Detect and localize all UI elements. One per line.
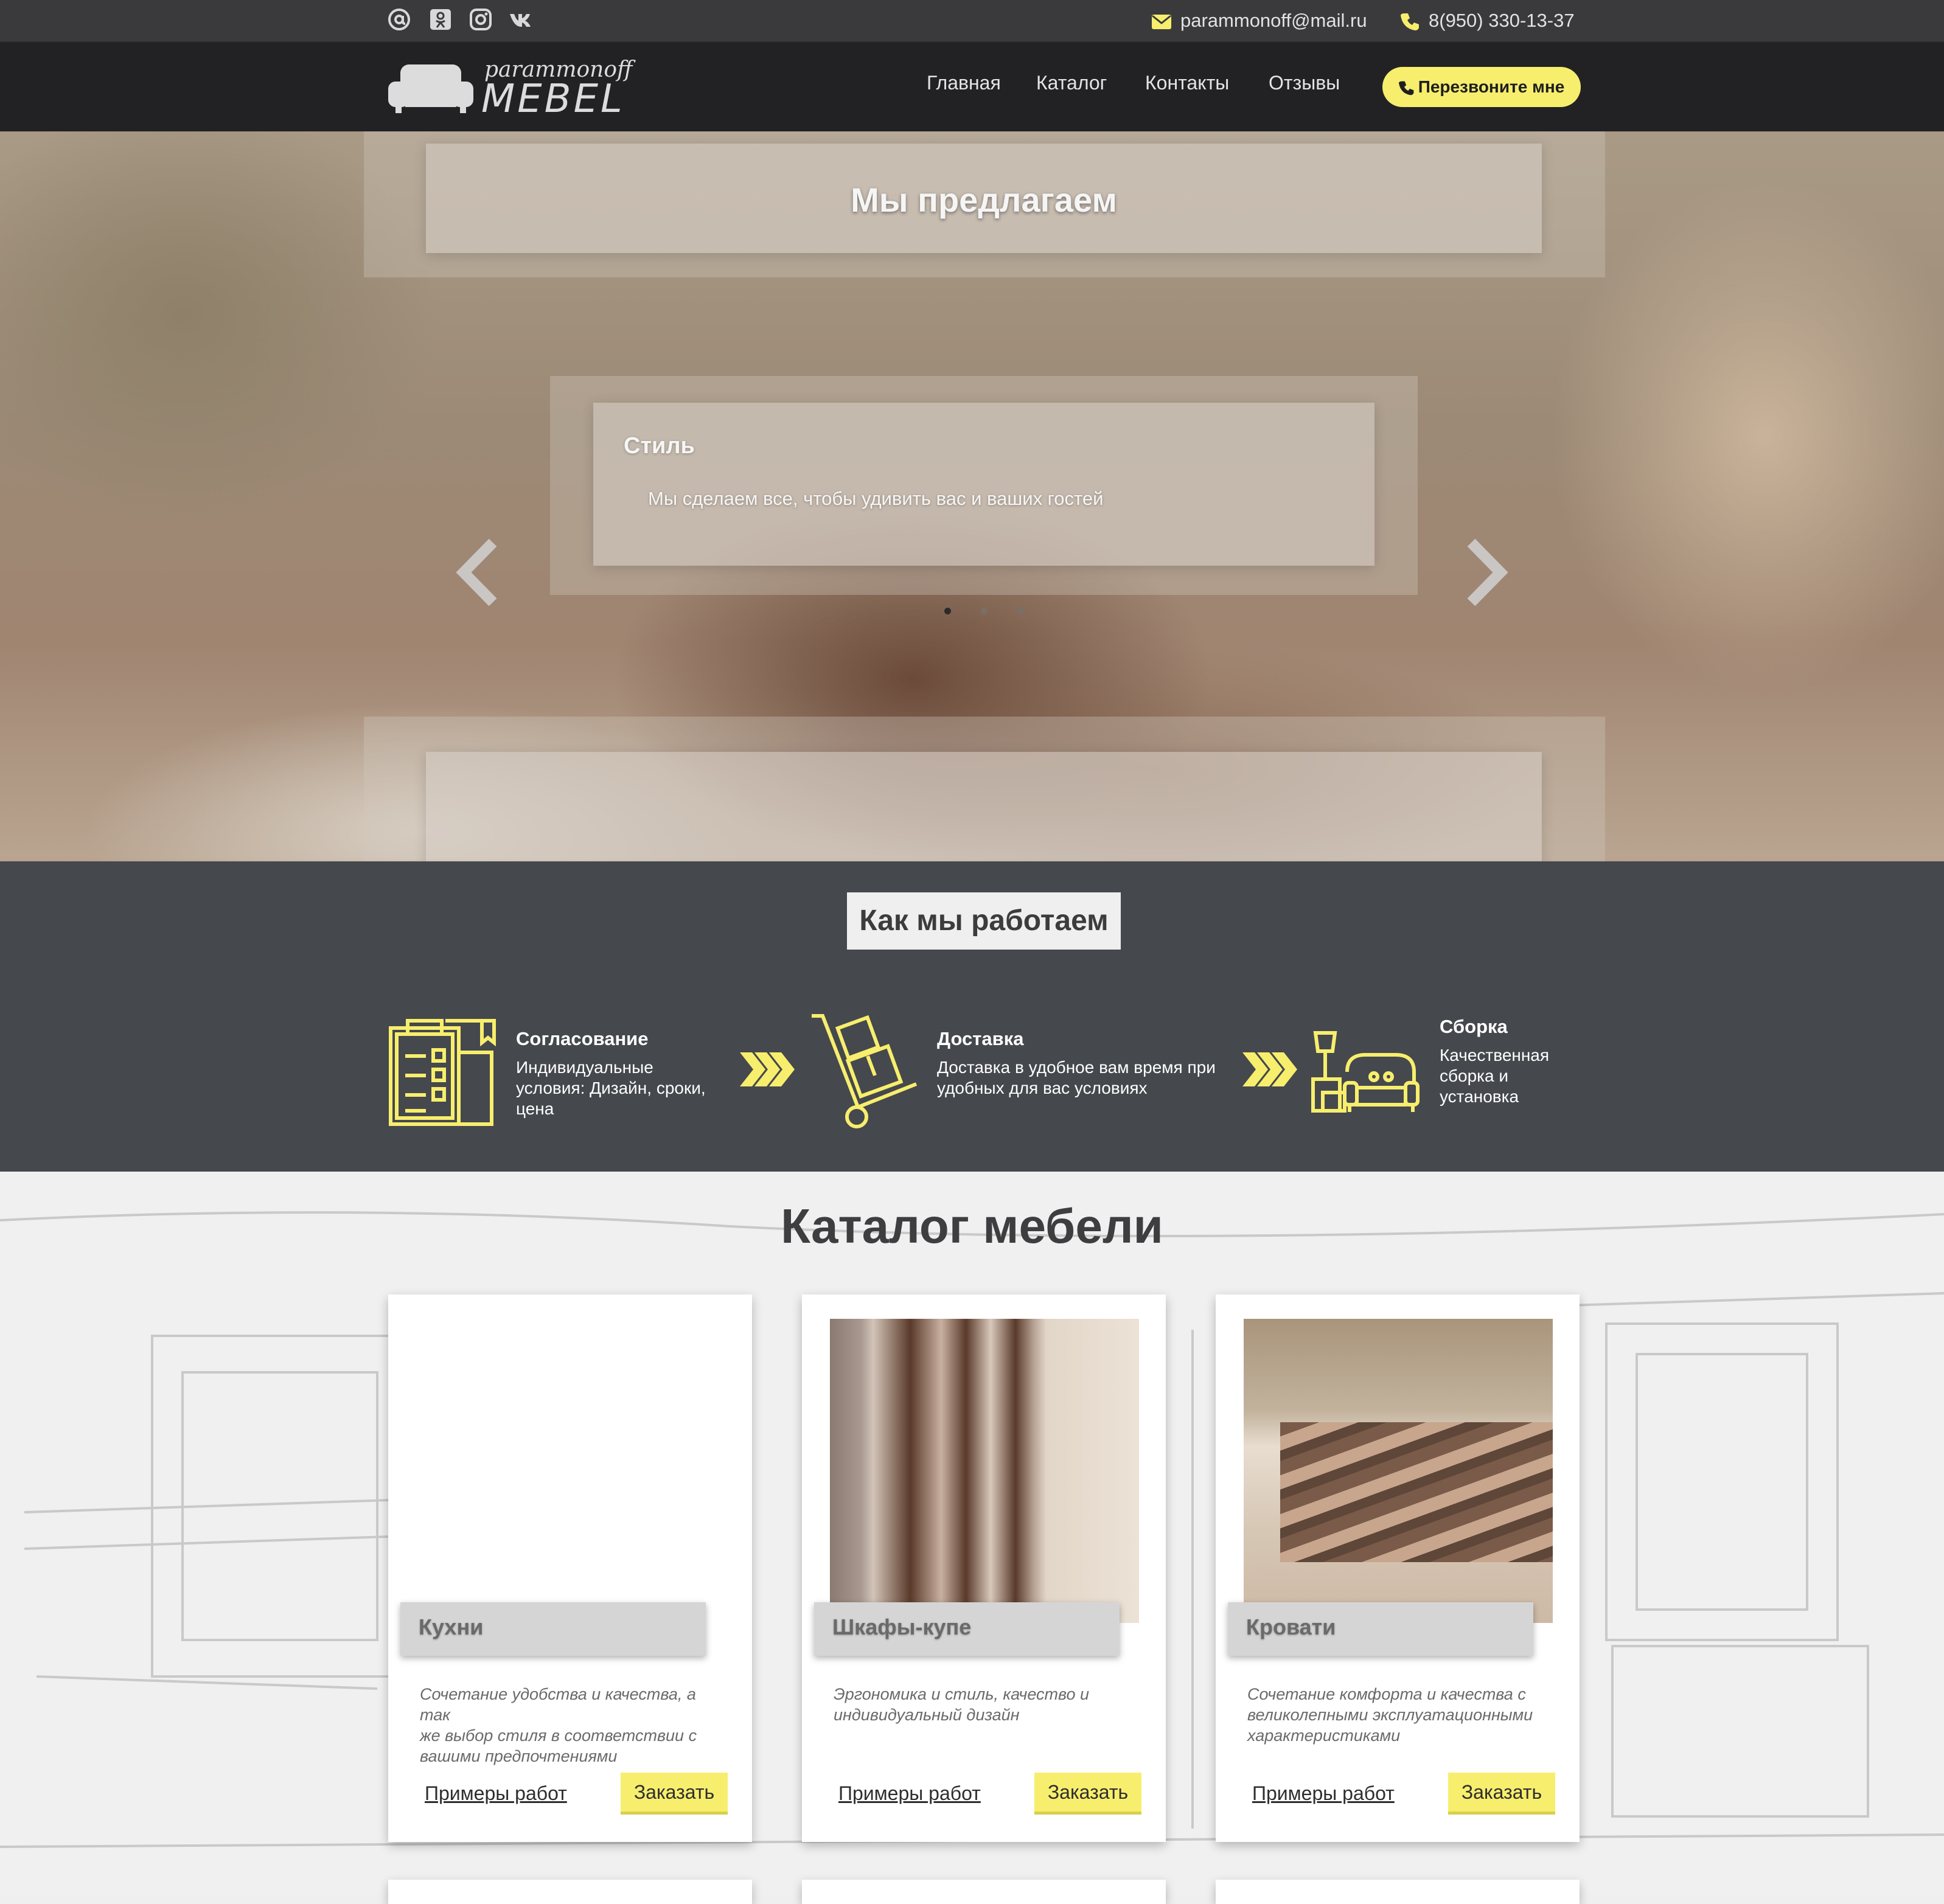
catalog-card-next-1[interactable] xyxy=(388,1880,752,1904)
nav-item-catalog[interactable]: Каталог xyxy=(1036,72,1107,94)
vk-icon[interactable] xyxy=(509,7,533,32)
catalog-card-wardrobes[interactable]: Шкафы-купе Эргономика и стиль, качество … xyxy=(802,1294,1166,1842)
hand-truck-icon xyxy=(812,1014,918,1128)
step-title-assembly: Сборка xyxy=(1440,1016,1508,1037)
step-text-delivery: Доставка в удобное вам время при удобных … xyxy=(937,1058,1216,1097)
chevrons-right-icon xyxy=(740,1052,795,1086)
card-image-beds xyxy=(1244,1319,1553,1623)
slider-dot-3[interactable] xyxy=(1017,608,1024,614)
phone-contact[interactable]: 8(950) 330-13-37 xyxy=(1401,9,1575,33)
checklist-icon xyxy=(389,1019,496,1126)
card-image-wardrobes xyxy=(830,1319,1139,1623)
logo[interactable]: parammonoff MEBEL xyxy=(387,56,633,122)
card-title-beds: Кровати xyxy=(1246,1614,1336,1639)
hero-section: Мы предлагаем Стиль Мы сделаем все, чтоб… xyxy=(0,131,1944,861)
slider-dot-2[interactable] xyxy=(981,608,988,614)
chevrons-right-icon xyxy=(1242,1052,1297,1086)
slide-text: Мы сделаем все, чтобы удивить вас и ваши… xyxy=(648,488,1104,509)
top-bar xyxy=(0,0,1944,43)
odnoklassniki-icon[interactable] xyxy=(428,7,453,32)
phone-icon xyxy=(1398,81,1414,95)
hero-bottom-box xyxy=(426,752,1542,861)
card-title-wardrobes: Шкафы-купе xyxy=(832,1614,972,1639)
slider-dot-1[interactable] xyxy=(944,608,951,614)
at-icon[interactable] xyxy=(387,7,411,32)
card-label: Кухни xyxy=(400,1602,706,1656)
sofa-icon xyxy=(388,64,473,113)
step-text-assembly: Качественная сборка и установка xyxy=(1440,1046,1550,1106)
catalog-card-kitchens[interactable]: Кухни Сочетание удобства и качества, а т… xyxy=(388,1294,752,1842)
catalog-title: Каталог мебели xyxy=(781,1199,1163,1253)
chevron-right-icon xyxy=(1467,538,1508,606)
how-title: Как мы работаем xyxy=(859,905,1109,937)
examples-link-beds[interactable]: Примеры работ xyxy=(1252,1782,1395,1805)
slider-next-arrow[interactable] xyxy=(1465,529,1509,620)
card-desc-kitchens: Сочетание удобства и качества, а так же в… xyxy=(420,1685,697,1765)
examples-link-wardrobes[interactable]: Примеры работ xyxy=(838,1782,981,1805)
envelope-icon xyxy=(1152,14,1171,29)
slide-caption: Стиль Мы сделаем все, чтобы удивить вас … xyxy=(593,403,1374,566)
slide-title: Стиль xyxy=(624,433,695,459)
card-desc-beds: Сочетание комфорта и качества с великолеп… xyxy=(1247,1685,1533,1745)
callback-button[interactable]: Перезвоните мне xyxy=(1382,67,1581,107)
step-title-agreement: Согласование xyxy=(516,1028,649,1049)
catalog-card-next-3[interactable] xyxy=(1216,1880,1580,1904)
nav-item-contacts[interactable]: Контакты xyxy=(1145,72,1229,94)
hero-title-box: Мы предлагаем xyxy=(426,144,1542,253)
step-title-delivery: Доставка xyxy=(937,1028,1024,1049)
card-label: Кровати xyxy=(1228,1602,1533,1656)
phone-icon xyxy=(1401,13,1419,30)
catalog-card-next-2[interactable] xyxy=(802,1880,1166,1904)
how-title-box: Как мы работаем xyxy=(847,892,1121,950)
phone-text: 8(950) 330-13-37 xyxy=(1429,10,1575,31)
chevron-left-icon xyxy=(456,538,497,606)
card-image-kitchens xyxy=(416,1319,725,1623)
step-text-agreement: Индивидуальные условия: Дизайн, сроки, цен… xyxy=(516,1058,706,1118)
slider-prev-arrow[interactable] xyxy=(455,529,499,620)
card-title-kitchens: Кухни xyxy=(419,1614,484,1639)
nav-item-reviews[interactable]: Отзывы xyxy=(1269,72,1340,94)
email-contact[interactable]: parammonoff@mail.ru xyxy=(1151,9,1367,33)
hero-title: Мы предлагаем xyxy=(851,181,1117,219)
order-button-wardrobes[interactable]: Заказать xyxy=(1034,1773,1141,1812)
callback-button-label: Перезвоните мне xyxy=(1418,77,1565,96)
instagram-icon[interactable] xyxy=(469,7,493,32)
logo-line2: MEBEL xyxy=(481,77,625,122)
furniture-assembly-icon xyxy=(1311,1031,1420,1113)
card-desc-wardrobes: Эргономика и стиль, качество и индивидуал… xyxy=(834,1685,1090,1724)
catalog-card-beds[interactable]: Кровати Сочетание комфорта и качества св… xyxy=(1216,1294,1580,1842)
order-button-kitchens[interactable]: Заказать xyxy=(621,1773,728,1812)
card-label: Шкафы-купе xyxy=(814,1602,1120,1656)
nav-item-home[interactable]: Главная xyxy=(927,72,1001,94)
email-text: parammonoff@mail.ru xyxy=(1180,10,1367,31)
order-button-beds[interactable]: Заказать xyxy=(1448,1773,1555,1812)
examples-link-kitchens[interactable]: Примеры работ xyxy=(425,1782,567,1805)
